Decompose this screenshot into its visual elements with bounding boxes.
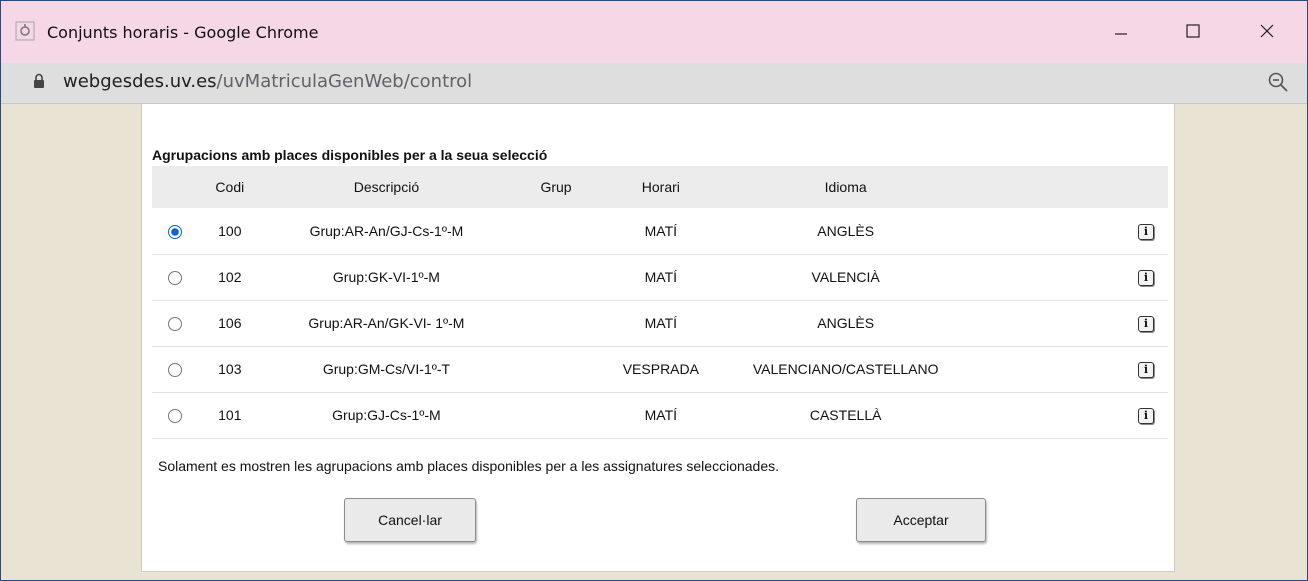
cell-horari: VESPRADA <box>622 361 699 377</box>
row-radio[interactable] <box>167 363 182 378</box>
column-header-descripcio: Descripció <box>353 179 420 195</box>
column-header <box>152 166 198 208</box>
info-icon[interactable]: i <box>1138 361 1154 378</box>
browser-window: Conjunts horaris - Google Chrome webgesd… <box>0 0 1308 581</box>
cell-descripcio: Grup:GK-VI-1º-M <box>332 269 440 285</box>
cell-codi: 103 <box>218 361 242 377</box>
url-path: /uvMatriculaGenWeb/control <box>216 71 473 92</box>
maximize-button[interactable] <box>1173 11 1213 51</box>
table-header: Codi Descripció Grup Horari Idioma <box>152 166 1168 208</box>
minimize-button[interactable] <box>1101 11 1141 51</box>
table-row: 103 Grup:GM-Cs/VI-1º-T VESPRADA VALENCIA… <box>152 346 1168 392</box>
cell-grup <box>511 300 601 346</box>
window-title: Conjunts horaris - Google Chrome <box>47 23 319 42</box>
close-button[interactable] <box>1247 11 1287 51</box>
accept-button[interactable]: Acceptar <box>856 498 986 542</box>
cell-grup <box>511 208 601 254</box>
info-icon[interactable]: i <box>1138 223 1154 240</box>
cell-descripcio: Grup:AR-An/GK-VI- 1º-M <box>308 315 465 331</box>
cell-horari: MATÍ <box>644 269 678 285</box>
row-radio[interactable] <box>167 271 182 286</box>
table-row: 106 Grup:AR-An/GK-VI- 1º-M MATÍ ANGLÈS i <box>152 300 1168 346</box>
column-header <box>971 166 1168 208</box>
column-header-idioma: Idioma <box>824 179 867 195</box>
cell-codi: 100 <box>218 222 242 239</box>
app-icon <box>15 21 35 41</box>
table-row: 101 Grup:GJ-Cs-1º-M MATÍ CASTELLÀ i <box>152 392 1168 438</box>
cell-idioma: VALENCIANO/CASTELLANO <box>752 361 939 377</box>
maximize-icon <box>1186 24 1200 38</box>
selection-panel: Agrupacions amb places disponibles per a… <box>141 104 1175 572</box>
cell-descripcio: Grup:AR-An/GJ-Cs-1º-M <box>309 222 464 239</box>
panel-heading: Agrupacions amb places disponibles per a… <box>152 147 548 163</box>
url-domain: webgesdes.uv.es <box>63 71 217 92</box>
cell-idioma: ANGLÈS <box>817 315 875 331</box>
cell-codi: 102 <box>218 269 242 285</box>
availability-note: Solament es mostren les agrupacions amb … <box>158 458 780 474</box>
row-radio[interactable] <box>167 224 182 239</box>
cell-codi: 106 <box>218 315 242 331</box>
column-header-horari: Horari <box>641 179 680 195</box>
cell-grup <box>511 392 601 438</box>
groups-table: Codi Descripció Grup Horari Idioma 100 G… <box>152 166 1168 439</box>
cell-idioma: VALENCIÀ <box>811 269 880 285</box>
table-row: 102 Grup:GK-VI-1º-M MATÍ VALENCIÀ i <box>152 254 1168 300</box>
cell-codi: 101 <box>218 407 242 423</box>
info-icon[interactable]: i <box>1138 407 1154 424</box>
cell-idioma: CASTELLÀ <box>809 407 882 423</box>
info-icon[interactable]: i <box>1138 269 1154 286</box>
cell-descripcio: Grup:GM-Cs/VI-1º-T <box>322 361 451 377</box>
row-radio[interactable] <box>167 317 182 332</box>
row-radio[interactable] <box>167 409 182 424</box>
cell-idioma: ANGLÈS <box>817 222 875 239</box>
cell-grup <box>511 254 601 300</box>
cell-horari: MATÍ <box>644 407 678 423</box>
column-header-codi: Codi <box>215 179 245 195</box>
page-content: Agrupacions amb places disponibles per a… <box>1 104 1307 580</box>
table-row: 100 Grup:AR-An/GJ-Cs-1º-M MATÍ ANGLÈS i <box>152 208 1168 254</box>
zoom-out-icon[interactable] <box>1267 71 1289 93</box>
minimize-icon <box>1115 33 1127 35</box>
info-icon[interactable]: i <box>1138 315 1154 332</box>
close-icon <box>1260 24 1274 38</box>
lock-icon <box>34 73 44 88</box>
cell-grup <box>511 346 601 392</box>
cell-horari: MATÍ <box>644 222 678 239</box>
address-url[interactable]: webgesdes.uv.es/uvMatriculaGenWeb/contro… <box>63 71 472 92</box>
cell-descripcio: Grup:GJ-Cs-1º-M <box>332 407 441 423</box>
cell-horari: MATÍ <box>644 315 678 331</box>
cancel-button[interactable]: Cancel·lar <box>344 498 476 542</box>
column-header-grup: Grup <box>540 179 572 195</box>
